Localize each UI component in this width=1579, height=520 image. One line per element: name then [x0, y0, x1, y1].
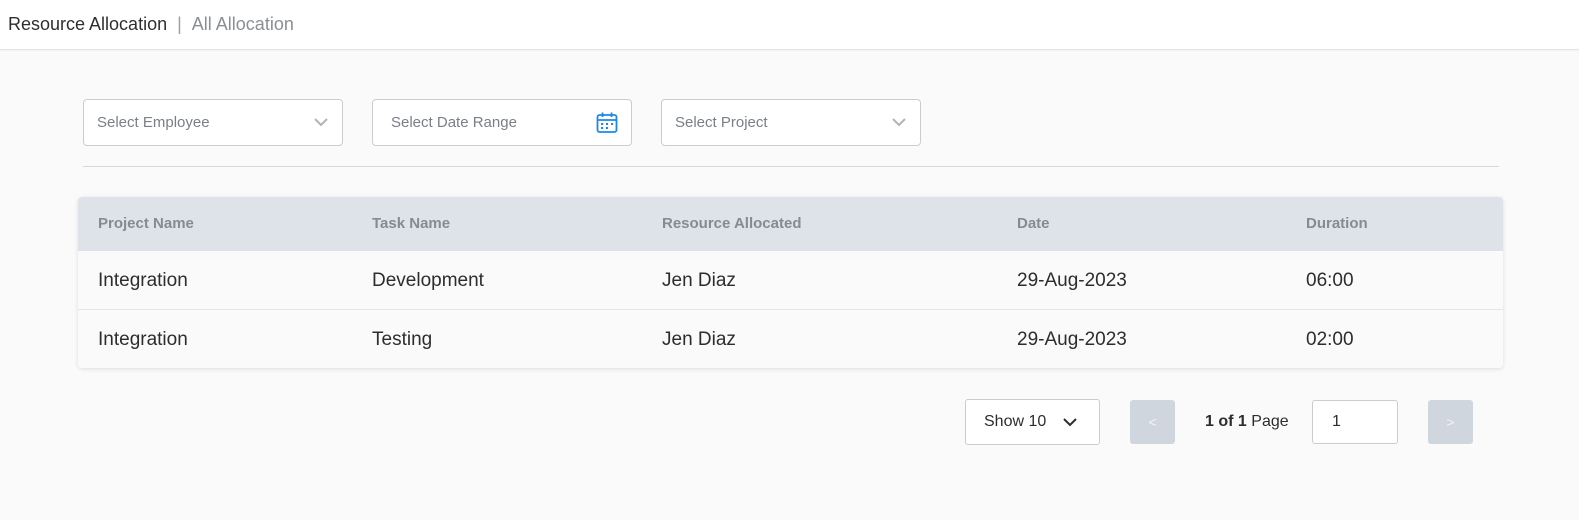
page-indicator: 1 of 1 Page — [1205, 400, 1289, 444]
top-bar: Resource Allocation | All Allocation — [0, 0, 1579, 50]
project-select[interactable]: Select Project — [661, 99, 921, 146]
chevron-down-icon — [892, 118, 906, 127]
header-resource-allocated[interactable]: Resource Allocated — [662, 197, 802, 251]
employee-select[interactable]: Select Employee — [83, 99, 343, 146]
employee-select-placeholder: Select Employee — [97, 114, 210, 131]
header-duration[interactable]: Duration — [1306, 197, 1368, 251]
table-row[interactable]: Integration Development Jen Diaz 29-Aug-… — [78, 251, 1503, 310]
cell-resource-allocated: Jen Diaz — [662, 270, 736, 291]
cell-task-name: Testing — [372, 329, 433, 350]
cell-project-name: Integration — [98, 329, 188, 350]
current-page-number: 1 — [1205, 413, 1214, 430]
header-task-name[interactable]: Task Name — [372, 197, 450, 251]
cell-duration: 06:00 — [1306, 270, 1354, 291]
project-select-placeholder: Select Project — [675, 114, 768, 131]
breadcrumb-separator: | — [177, 14, 182, 34]
cell-date: 29-Aug-2023 — [1017, 329, 1127, 350]
page-size-label: Show 10 — [984, 413, 1047, 430]
total-pages-number: 1 — [1237, 413, 1247, 430]
allocation-table: Project Name Task Name Resource Allocate… — [78, 197, 1503, 368]
filter-divider — [83, 166, 1499, 167]
cell-project-name: Integration — [98, 270, 188, 291]
previous-page-button[interactable]: < — [1130, 400, 1175, 444]
next-page-button[interactable]: > — [1428, 400, 1473, 444]
chevron-down-icon — [1063, 417, 1077, 426]
page-of-word: of — [1218, 413, 1234, 430]
calendar-icon[interactable] — [595, 111, 619, 135]
table-header: Project Name Task Name Resource Allocate… — [78, 197, 1503, 251]
date-range-placeholder: Select Date Range — [391, 114, 517, 131]
header-project-name[interactable]: Project Name — [98, 197, 194, 251]
cell-resource-allocated: Jen Diaz — [662, 329, 736, 350]
table-row[interactable]: Integration Testing Jen Diaz 29-Aug-2023… — [78, 310, 1503, 368]
cell-duration: 02:00 — [1306, 329, 1354, 350]
cell-task-name: Development — [372, 270, 484, 291]
breadcrumb-all-allocation: All Allocation — [191, 14, 294, 34]
page-size-select[interactable]: Show 10 — [965, 399, 1100, 445]
page-number-input[interactable] — [1312, 400, 1398, 444]
breadcrumb-resource-allocation[interactable]: Resource Allocation — [8, 14, 167, 35]
page-word: Page — [1251, 413, 1289, 430]
chevron-down-icon — [314, 118, 328, 127]
cell-date: 29-Aug-2023 — [1017, 270, 1127, 291]
date-range-picker[interactable]: Select Date Range — [372, 99, 632, 146]
header-date[interactable]: Date — [1017, 197, 1050, 251]
